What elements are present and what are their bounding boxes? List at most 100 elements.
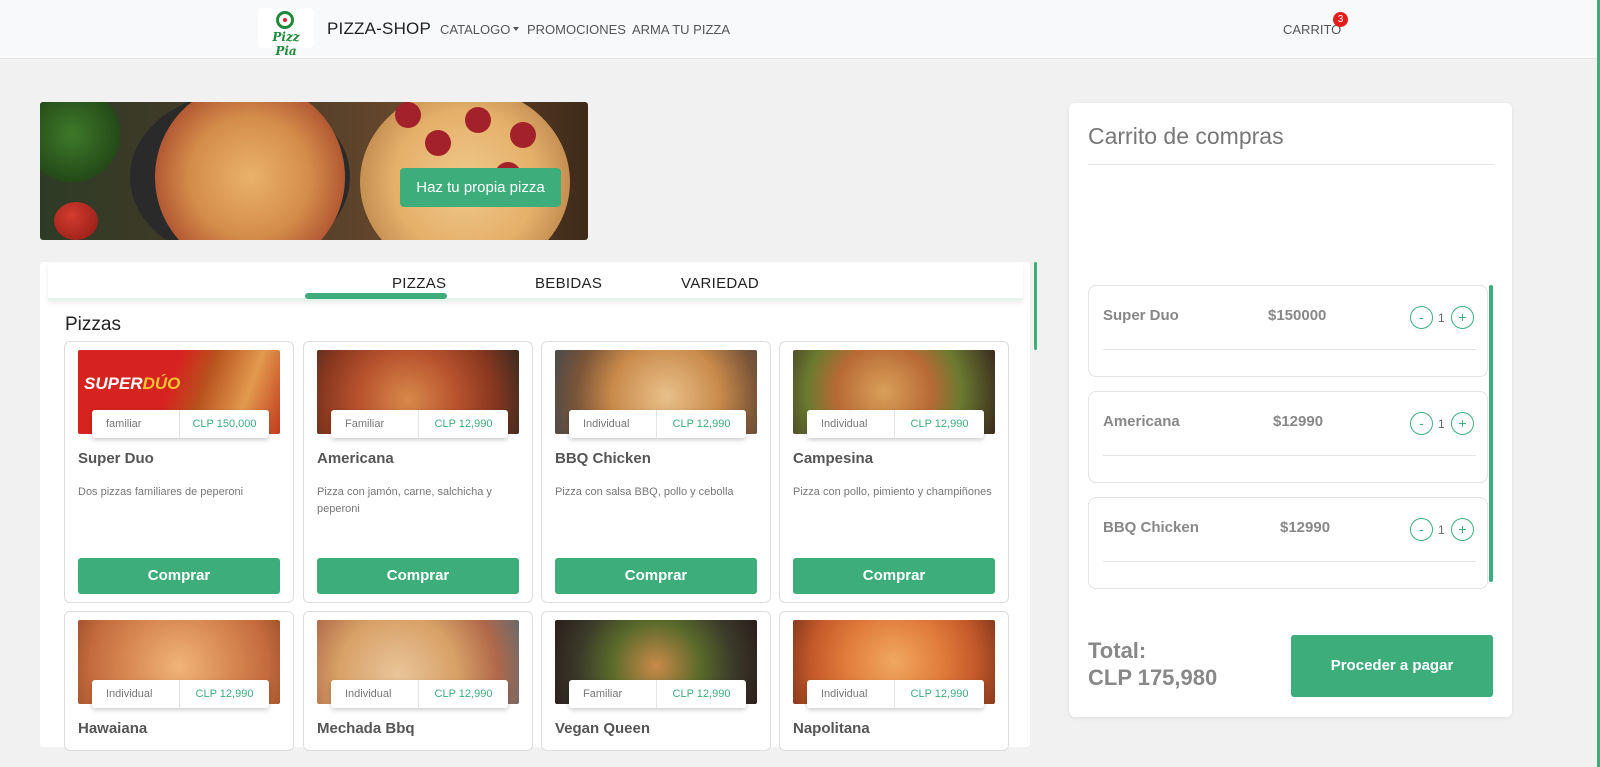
cart-title: Carrito de compras bbox=[1088, 123, 1284, 149]
salami-graphic bbox=[510, 122, 536, 148]
product-name: Super Duo bbox=[78, 450, 154, 467]
decrease-quantity-button[interactable]: - bbox=[1410, 518, 1433, 541]
product-price: CLP 12,990 bbox=[672, 688, 731, 700]
tab-pizzas[interactable]: PIZZAS bbox=[392, 275, 446, 292]
increase-quantity-button[interactable]: + bbox=[1451, 412, 1474, 435]
product-card: Familiar CLP 12,990 Americana Pizza con … bbox=[303, 341, 533, 603]
product-size: Familiar bbox=[331, 410, 419, 438]
salami-graphic bbox=[395, 102, 421, 128]
product-card: Individual CLP 12,990 BBQ Chicken Pizza … bbox=[541, 341, 771, 603]
salami-graphic bbox=[465, 107, 491, 133]
price-tag: Familiar CLP 12,990 bbox=[331, 410, 508, 438]
product-card: Individual CLP 12,990 Hawaiana bbox=[64, 611, 294, 751]
product-description: Pizza con salsa BBQ, pollo y cebolla bbox=[555, 486, 734, 498]
increase-quantity-button[interactable]: + bbox=[1451, 306, 1474, 329]
total-value: CLP 175,980 bbox=[1088, 665, 1218, 690]
product-name: Mechada Bbq bbox=[317, 720, 415, 737]
cart-panel: Carrito de compras Super Duo $150000 - 1… bbox=[1069, 103, 1512, 717]
comprar-button[interactable]: Comprar bbox=[555, 558, 757, 594]
pizz-pia-logo[interactable]: Pizz Pia bbox=[258, 8, 314, 58]
logo-icon bbox=[276, 11, 294, 29]
price-tag: Individual CLP 12,990 bbox=[569, 410, 746, 438]
navbar: Pizz Pia PIZZA-SHOP CATALOGO PROMOCIONES… bbox=[0, 0, 1600, 59]
product-size: familiar bbox=[92, 410, 180, 438]
total-label: Total: bbox=[1088, 638, 1147, 663]
product-size: Individual bbox=[331, 680, 419, 708]
price-tag: Individual CLP 12,990 bbox=[331, 680, 508, 708]
tab-variedad[interactable]: VARIEDAD bbox=[681, 275, 759, 292]
catalog-scrollbar[interactable] bbox=[1034, 262, 1037, 350]
cart-item: Americana $12990 - 1 + bbox=[1088, 391, 1488, 483]
nav-catalogo-label: CATALOGO bbox=[440, 22, 511, 37]
cart-item-name: Americana bbox=[1103, 413, 1180, 430]
product-price: CLP 12,990 bbox=[910, 688, 969, 700]
cart-item-quantity: 1 bbox=[1438, 417, 1445, 431]
category-tabs: PIZZAS BEBIDAS VARIEDAD bbox=[48, 263, 1023, 301]
nav-promociones[interactable]: PROMOCIONES bbox=[527, 22, 626, 37]
proceder-a-pagar-button[interactable]: Proceder a pagar bbox=[1291, 635, 1493, 697]
price-tag: Individual CLP 12,990 bbox=[92, 680, 269, 708]
herbs-graphic bbox=[40, 102, 120, 182]
product-price: CLP 12,990 bbox=[434, 418, 493, 430]
product-size: Individual bbox=[807, 410, 895, 438]
price-tag: Familiar CLP 12,990 bbox=[569, 680, 746, 708]
product-name: Campesina bbox=[793, 450, 874, 467]
product-description: Pizza con pollo, pimiento y champiñones bbox=[793, 486, 992, 498]
product-size: Individual bbox=[569, 410, 657, 438]
cart-count-badge: 3 bbox=[1333, 12, 1348, 27]
product-name: BBQ Chicken bbox=[555, 450, 651, 467]
product-name: Napolitana bbox=[793, 720, 870, 737]
comprar-button[interactable]: Comprar bbox=[78, 558, 280, 594]
product-price: CLP 12,990 bbox=[672, 418, 731, 430]
cart-divider bbox=[1088, 164, 1494, 165]
cart-scrollbar[interactable] bbox=[1489, 285, 1493, 582]
product-size: Individual bbox=[92, 680, 180, 708]
decrease-quantity-button[interactable]: - bbox=[1410, 306, 1433, 329]
product-price: CLP 12,990 bbox=[434, 688, 493, 700]
increase-quantity-button[interactable]: + bbox=[1451, 518, 1474, 541]
product-name: Americana bbox=[317, 450, 394, 467]
price-tag: Individual CLP 12,990 bbox=[807, 680, 984, 708]
section-title: Pizzas bbox=[65, 314, 121, 335]
price-tag: familiar CLP 150,000 bbox=[92, 410, 269, 438]
product-card: Familiar CLP 12,990 Vegan Queen bbox=[541, 611, 771, 751]
cart-item-divider bbox=[1103, 455, 1476, 456]
brand-name[interactable]: PIZZA-SHOP bbox=[327, 19, 431, 39]
product-size: Individual bbox=[807, 680, 895, 708]
product-card: Individual CLP 12,990 Mechada Bbq bbox=[303, 611, 533, 751]
product-card: Individual CLP 12,990 Napolitana bbox=[779, 611, 1009, 751]
cart-item-quantity: 1 bbox=[1438, 311, 1445, 325]
product-name: Hawaiana bbox=[78, 720, 148, 737]
cart-item-price: $12990 bbox=[1273, 413, 1324, 430]
cart-item-divider bbox=[1103, 349, 1476, 350]
nav-catalogo-dropdown[interactable]: CATALOGO bbox=[440, 22, 520, 37]
cart-item-divider bbox=[1103, 561, 1476, 562]
price-tag: Individual CLP 12,990 bbox=[807, 410, 984, 438]
salami-graphic bbox=[425, 130, 451, 156]
product-image-logo-text: SUPERDÚO bbox=[84, 374, 181, 393]
tomato-graphic bbox=[54, 202, 98, 240]
cart-item-price: $150000 bbox=[1268, 307, 1327, 324]
product-card: SUPERDÚO familiar CLP 150,000 Super Duo … bbox=[64, 341, 294, 603]
cart-item: Super Duo $150000 - 1 + bbox=[1088, 285, 1488, 377]
logo-wordmark: Pizz Pia bbox=[272, 30, 300, 58]
product-price: CLP 150,000 bbox=[192, 418, 257, 430]
haz-tu-propia-pizza-button[interactable]: Haz tu propia pizza bbox=[400, 168, 561, 207]
nav-carrito[interactable]: CARRITO bbox=[1283, 22, 1341, 37]
pizza-graphic-left bbox=[155, 102, 345, 240]
comprar-button[interactable]: Comprar bbox=[793, 558, 995, 594]
product-description: Dos pizzas familiares de peperoni bbox=[78, 486, 244, 498]
decrease-quantity-button[interactable]: - bbox=[1410, 412, 1433, 435]
product-name: Vegan Queen bbox=[555, 720, 651, 737]
product-price: CLP 12,990 bbox=[910, 418, 969, 430]
active-tab-indicator bbox=[305, 293, 447, 299]
product-size: Familiar bbox=[569, 680, 657, 708]
tab-bebidas[interactable]: BEBIDAS bbox=[535, 275, 602, 292]
cart-item-name: Super Duo bbox=[1103, 307, 1179, 324]
cart-item-quantity: 1 bbox=[1438, 523, 1445, 537]
comprar-button[interactable]: Comprar bbox=[317, 558, 519, 594]
cart-item-price: $12990 bbox=[1280, 519, 1331, 536]
nav-arma-tu-pizza[interactable]: ARMA TU PIZZA bbox=[632, 22, 730, 37]
cart-item: BBQ Chicken $12990 - 1 + bbox=[1088, 497, 1488, 589]
chevron-down-icon bbox=[513, 26, 520, 31]
